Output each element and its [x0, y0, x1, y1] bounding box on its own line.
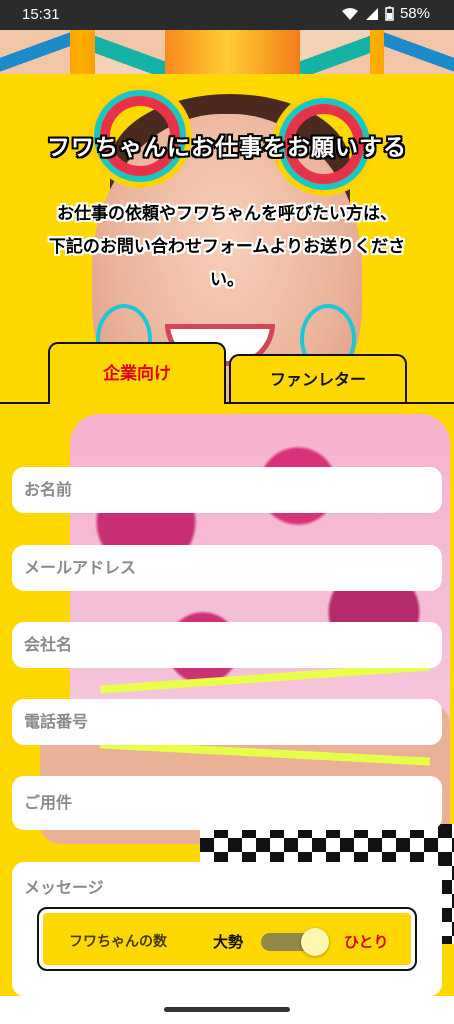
wifi-icon — [341, 7, 358, 20]
tab-bar: 企業向け ファンレター — [0, 340, 454, 404]
banner-figure — [384, 30, 454, 74]
status-time: 15:31 — [22, 6, 60, 23]
status-bar: 15:31 58% — [0, 0, 454, 30]
tab-fan-letter[interactable]: ファンレター — [229, 354, 407, 404]
banner-figure — [0, 30, 70, 74]
page-title: フワちゃんにお仕事をお願いする — [47, 135, 407, 161]
description-line: 下記のお問い合わせフォームよりお送りくださ — [48, 237, 406, 257]
battery-percent: 58% — [399, 5, 430, 22]
email-input[interactable]: メールアドレス — [12, 545, 442, 591]
description-line: い。 — [210, 270, 244, 290]
fuwa-count-label: フワちゃんの数 — [69, 934, 167, 950]
name-input[interactable]: お名前 — [12, 467, 442, 513]
option-one-label: ひとり — [344, 933, 389, 951]
banner-figure — [95, 30, 165, 74]
subject-input[interactable]: ご用件 — [12, 776, 442, 830]
option-many-label: 大勢 — [213, 933, 244, 951]
battery-icon — [385, 6, 394, 21]
home-gesture-bar[interactable] — [164, 1007, 290, 1012]
system-nav-bar — [0, 996, 454, 1024]
cellular-signal-icon — [365, 7, 378, 20]
banner-figure — [300, 30, 370, 74]
fuwa-count-widget: フワちゃんの数 大勢 ひとり — [37, 907, 417, 971]
company-input[interactable]: 会社名 — [12, 622, 442, 668]
status-icons: 58% — [341, 5, 430, 22]
fuwa-count-toggle[interactable] — [261, 928, 329, 956]
description-line: お仕事の依頼やフワちゃんを呼びたい方は、 — [57, 204, 397, 224]
page-description: お仕事の依頼やフワちゃんを呼びたい方は、 下記のお問い合わせフォームよりお送りく… — [20, 198, 434, 297]
header-banner-image — [0, 30, 454, 74]
phone-input[interactable]: 電話番号 — [12, 699, 442, 745]
active-tab-cover — [50, 402, 224, 405]
tab-business[interactable]: 企業向け — [48, 342, 226, 404]
toggle-knob[interactable] — [301, 928, 329, 956]
